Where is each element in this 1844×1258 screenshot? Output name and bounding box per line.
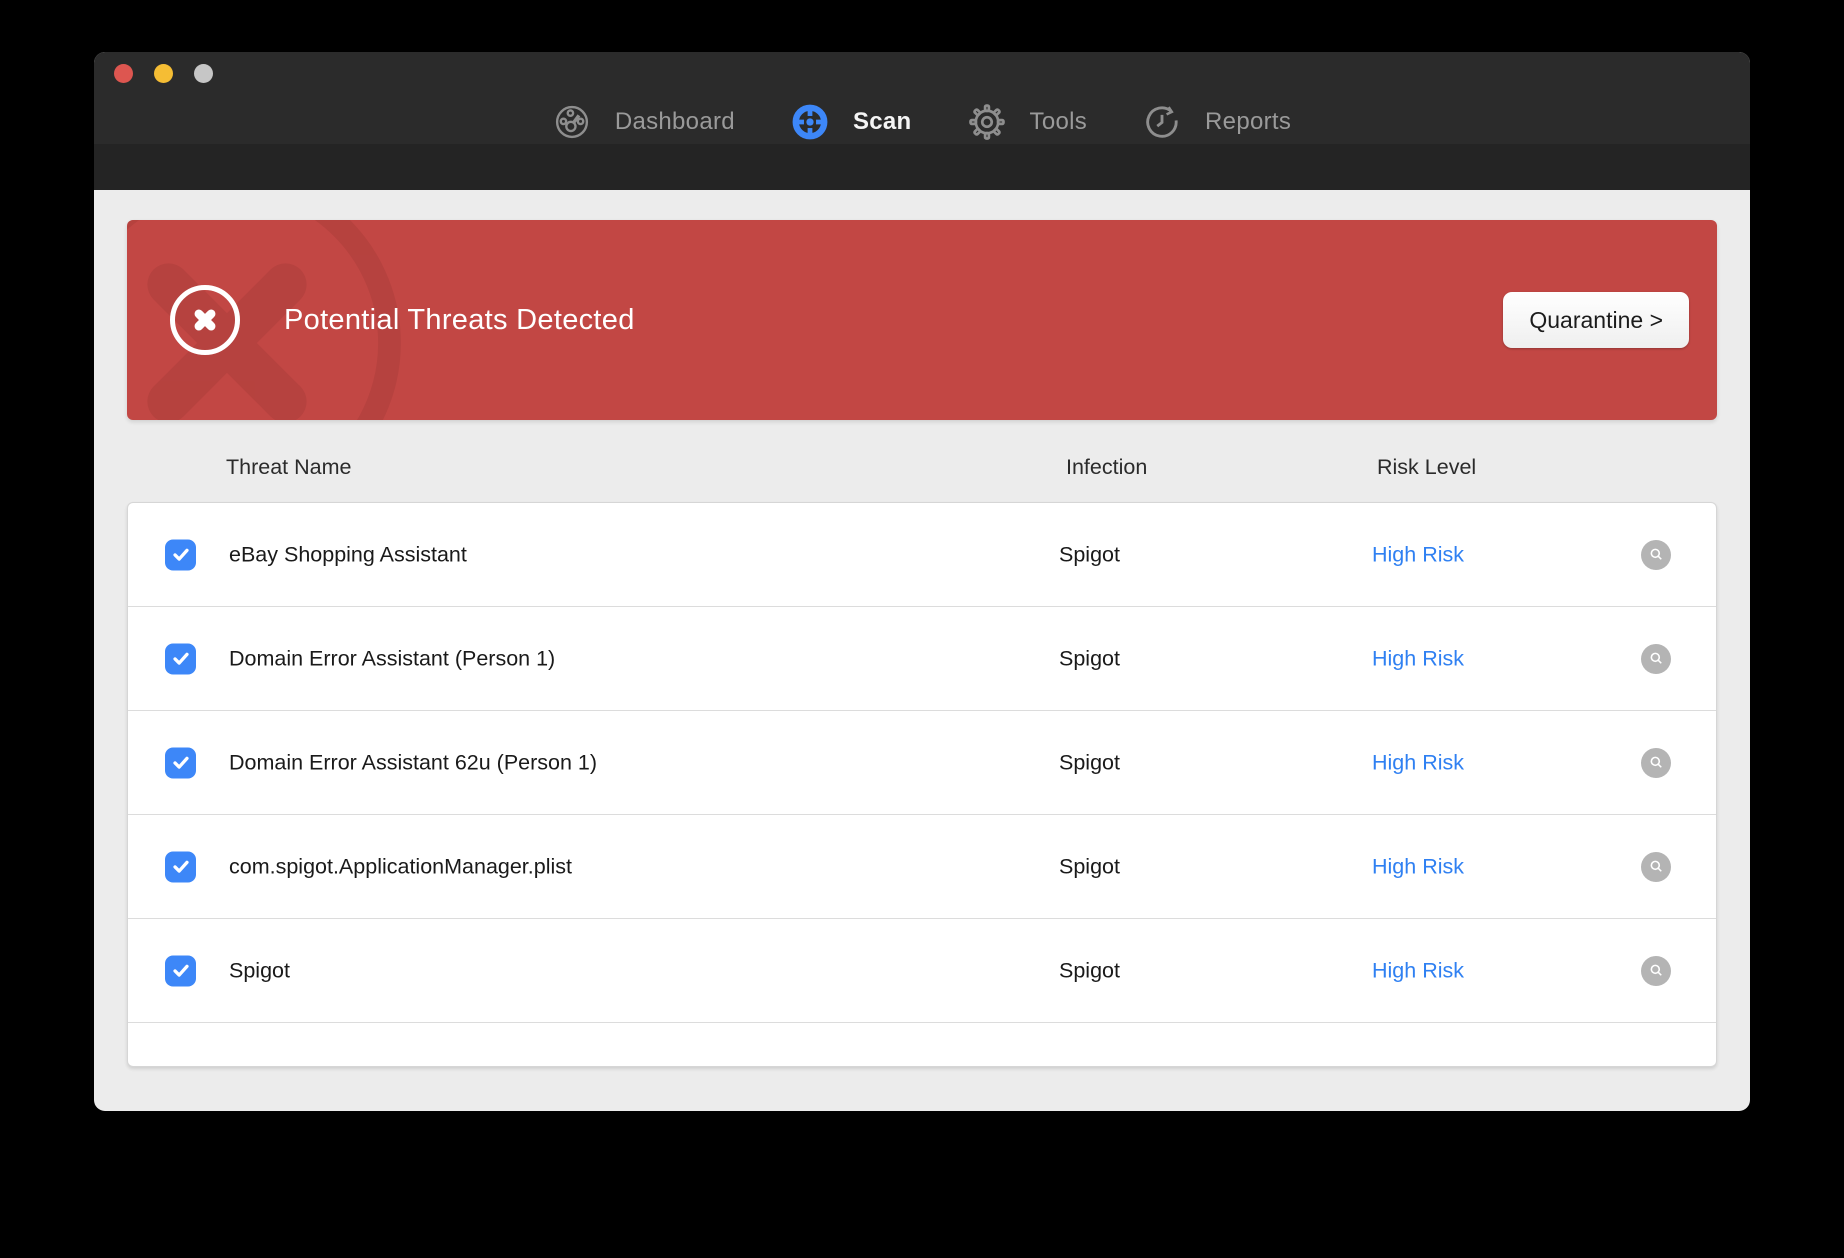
banner-title: Potential Threats Detected	[284, 304, 635, 337]
row-checkbox[interactable]	[165, 643, 196, 674]
threat-alert-banner: Potential Threats Detected Quarantine >	[127, 220, 1717, 420]
threat-name: Domain Error Assistant 62u (Person 1)	[229, 750, 597, 775]
details-magnifier-icon[interactable]	[1641, 956, 1671, 986]
circle-x-icon	[170, 285, 240, 355]
risk-level-link[interactable]: High Risk	[1372, 646, 1464, 671]
column-header-infection: Infection	[1066, 455, 1147, 480]
history-icon	[1143, 103, 1181, 141]
table-column-headers: Threat Name Infection Risk Level	[127, 455, 1717, 481]
column-header-threat-name: Threat Name	[226, 455, 351, 480]
row-checkbox[interactable]	[165, 851, 196, 882]
title-bar: Dashboard Scan	[94, 52, 1750, 190]
main-nav: Dashboard Scan	[94, 100, 1750, 144]
close-window-icon[interactable]	[114, 64, 133, 83]
table-row: Spigot Spigot High Risk	[128, 919, 1716, 1023]
risk-level-link[interactable]: High Risk	[1372, 542, 1464, 567]
risk-level-link[interactable]: High Risk	[1372, 854, 1464, 879]
infection-type: Spigot	[1059, 542, 1120, 567]
nav-label: Tools	[1030, 108, 1088, 136]
threats-table: eBay Shopping Assistant Spigot High Risk…	[127, 502, 1717, 1067]
table-row: com.spigot.ApplicationManager.plist Spig…	[128, 815, 1716, 919]
threat-name: Spigot	[229, 958, 290, 983]
details-magnifier-icon[interactable]	[1641, 644, 1671, 674]
details-magnifier-icon[interactable]	[1641, 748, 1671, 778]
nav-item-tools[interactable]: Tools	[968, 103, 1088, 141]
nav-label: Dashboard	[615, 108, 735, 136]
nav-item-scan[interactable]: Scan	[791, 103, 912, 141]
risk-level-link[interactable]: High Risk	[1372, 958, 1464, 983]
table-row: eBay Shopping Assistant Spigot High Risk	[128, 503, 1716, 607]
row-checkbox[interactable]	[165, 955, 196, 986]
column-header-risk-level: Risk Level	[1377, 455, 1476, 480]
threat-name: Domain Error Assistant (Person 1)	[229, 646, 555, 671]
minimize-window-icon[interactable]	[154, 64, 173, 83]
nav-label: Reports	[1205, 108, 1291, 136]
zoom-window-icon[interactable]	[194, 64, 213, 83]
table-row: Domain Error Assistant (Person 1) Spigot…	[128, 607, 1716, 711]
risk-level-link[interactable]: High Risk	[1372, 750, 1464, 775]
row-checkbox[interactable]	[165, 539, 196, 570]
table-row: Domain Error Assistant 62u (Person 1) Sp…	[128, 711, 1716, 815]
traffic-lights	[114, 64, 213, 83]
details-magnifier-icon[interactable]	[1641, 852, 1671, 882]
nav-item-dashboard[interactable]: Dashboard	[553, 103, 735, 141]
threat-name: eBay Shopping Assistant	[229, 542, 467, 567]
infection-type: Spigot	[1059, 646, 1120, 671]
infection-type: Spigot	[1059, 854, 1120, 879]
infection-type: Spigot	[1059, 750, 1120, 775]
row-checkbox[interactable]	[165, 747, 196, 778]
target-icon	[791, 103, 829, 141]
table-footer	[128, 1023, 1716, 1066]
scan-results-panel: Potential Threats Detected Quarantine > …	[94, 220, 1750, 1067]
quarantine-button[interactable]: Quarantine >	[1503, 292, 1689, 348]
gauge-icon	[553, 103, 591, 141]
nav-item-reports[interactable]: Reports	[1143, 103, 1291, 141]
threat-name: com.spigot.ApplicationManager.plist	[229, 854, 572, 879]
infection-type: Spigot	[1059, 958, 1120, 983]
details-magnifier-icon[interactable]	[1641, 540, 1671, 570]
nav-label: Scan	[853, 108, 912, 136]
app-window: Dashboard Scan	[94, 52, 1750, 1111]
gear-icon	[968, 103, 1006, 141]
